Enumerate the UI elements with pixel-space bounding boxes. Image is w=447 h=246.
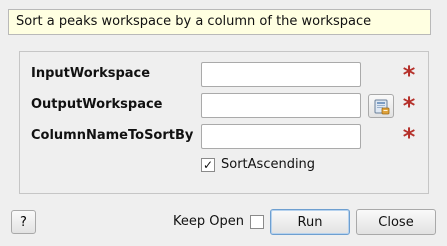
workspace-browse-button[interactable] bbox=[368, 94, 394, 118]
property-row-input-workspace: InputWorkspace * bbox=[20, 61, 428, 89]
required-star-icon: * bbox=[402, 92, 416, 120]
sort-ascending-label: SortAscending bbox=[221, 157, 316, 172]
output-workspace-label: OutputWorkspace bbox=[31, 97, 163, 112]
input-workspace-field[interactable] bbox=[201, 62, 361, 87]
column-name-to-sort-by-label: ColumnNameToSortBy bbox=[31, 128, 194, 143]
property-row-output-workspace: OutputWorkspace * bbox=[20, 92, 428, 120]
property-row-column-name: ColumnNameToSortBy * bbox=[20, 123, 428, 151]
input-workspace-label: InputWorkspace bbox=[31, 66, 151, 81]
help-button[interactable]: ? bbox=[11, 210, 36, 234]
keep-open-label: Keep Open bbox=[173, 214, 244, 229]
keep-open-checkbox[interactable] bbox=[250, 215, 264, 229]
sort-ascending-checkbox[interactable]: ✓ bbox=[201, 158, 215, 172]
required-star-icon: * bbox=[402, 123, 416, 151]
close-button[interactable]: Close bbox=[356, 209, 436, 235]
run-button[interactable]: Run bbox=[270, 209, 350, 235]
output-workspace-field[interactable] bbox=[201, 93, 361, 118]
properties-panel: InputWorkspace * OutputWorkspace * Colum… bbox=[19, 51, 429, 194]
algorithm-description: Sort a peaks workspace by a column of th… bbox=[8, 9, 431, 35]
column-name-to-sort-by-field[interactable] bbox=[201, 124, 361, 149]
required-star-icon: * bbox=[402, 61, 416, 89]
workspace-browse-icon bbox=[374, 99, 390, 115]
